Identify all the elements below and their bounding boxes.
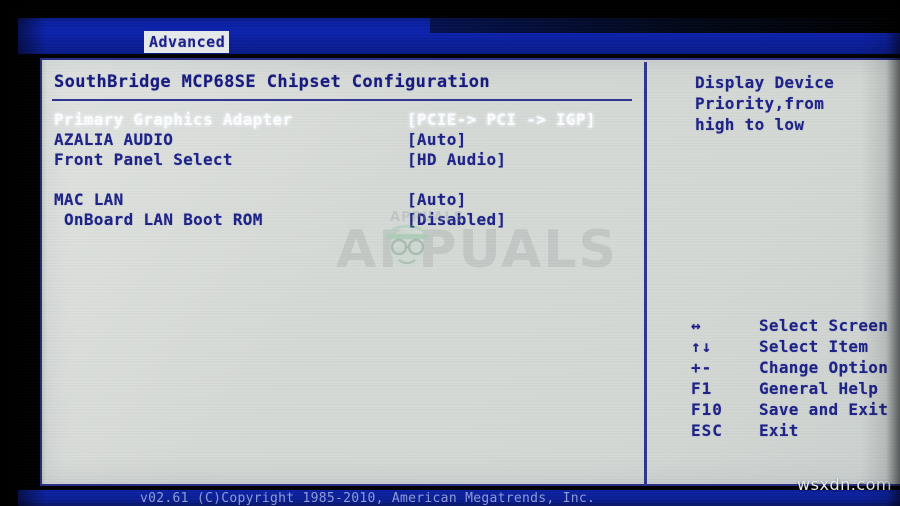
help-line: high to low	[695, 115, 805, 134]
legend-row-general-help: F1 General Help	[691, 378, 900, 399]
legend-label: Save and Exit	[759, 400, 889, 419]
section-title: SouthBridge MCP68SE Chipset Configuratio…	[54, 72, 491, 92]
footer-copyright: v02.61 (C)Copyright 1985-2010, American …	[140, 491, 596, 506]
legend-label: Select Item	[759, 337, 869, 356]
setting-value[interactable]: [Auto]	[407, 130, 467, 150]
legend-label: General Help	[759, 379, 879, 398]
settings-list: Primary Graphics Adapter [PCIE-> PCI -> …	[42, 110, 644, 230]
key-legend: ↔ Select Screen ↑↓ Select Item +- Change…	[691, 315, 900, 441]
setting-value[interactable]: [HD Audio]	[407, 150, 506, 170]
legend-label: Select Screen	[759, 316, 889, 335]
tab-advanced[interactable]: Advanced	[144, 31, 230, 53]
setting-row-mac-lan[interactable]: MAC LAN [Auto]	[42, 190, 644, 210]
setting-value[interactable]: [Auto]	[407, 190, 467, 210]
setting-row-onboard-lan-boot-rom[interactable]: OnBoard LAN Boot ROM [Disabled]	[42, 210, 644, 230]
setting-label: OnBoard LAN Boot ROM	[64, 210, 263, 229]
left-right-arrow-icon: ↔	[691, 316, 702, 335]
legend-row-save-and-exit: F10 Save and Exit	[691, 399, 900, 420]
esc-key-icon: ESC	[691, 421, 723, 440]
title-divider	[52, 99, 632, 101]
settings-column: SouthBridge MCP68SE Chipset Configuratio…	[42, 60, 644, 484]
f10-key-icon: F10	[691, 400, 723, 419]
legend-row-select-screen: ↔ Select Screen	[691, 315, 900, 336]
setting-label: AZALIA AUDIO	[54, 130, 174, 149]
up-down-arrow-icon: ↑↓	[691, 337, 713, 356]
legend-row-change-option: +- Change Option	[691, 357, 900, 378]
legend-row-select-item: ↑↓ Select Item	[691, 336, 900, 357]
legend-label: Change Option	[759, 358, 889, 377]
help-text: Display Device Priority,from high to low	[695, 72, 900, 135]
setting-label: MAC LAN	[54, 190, 124, 209]
bios-footer: v02.61 (C)Copyright 1985-2010, American …	[18, 490, 900, 506]
help-line: Display Device	[695, 73, 835, 92]
setting-label: Front Panel Select	[54, 150, 233, 169]
bios-screen: Advanced SouthBridge MCP68SE Chipset Con…	[0, 0, 900, 506]
f1-key-icon: F1	[691, 379, 713, 398]
legend-row-exit: ESC Exit	[691, 420, 900, 441]
row-spacer	[42, 170, 644, 190]
setting-row-front-panel-select[interactable]: Front Panel Select [HD Audio]	[42, 150, 644, 170]
plus-minus-icon: +-	[691, 358, 713, 377]
setting-label: Primary Graphics Adapter	[54, 110, 293, 129]
legend-label: Exit	[759, 421, 799, 440]
setting-row-azalia-audio[interactable]: AZALIA AUDIO [Auto]	[42, 130, 644, 150]
menu-bar-shadow	[430, 18, 900, 33]
setting-value[interactable]: [PCIE-> PCI -> IGP]	[407, 110, 596, 130]
help-line: Priority,from	[695, 94, 825, 113]
setting-value[interactable]: [Disabled]	[407, 210, 506, 230]
content-panel: SouthBridge MCP68SE Chipset Configuratio…	[40, 58, 900, 486]
help-column: Display Device Priority,from high to low…	[647, 60, 900, 484]
setting-row-primary-graphics-adapter[interactable]: Primary Graphics Adapter [PCIE-> PCI -> …	[42, 110, 644, 130]
